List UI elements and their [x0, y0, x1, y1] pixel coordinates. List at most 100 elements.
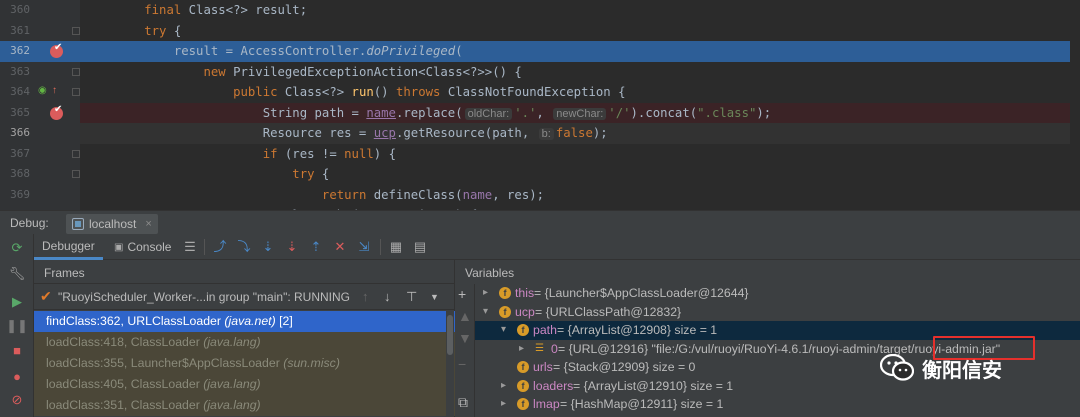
variable-row[interactable]: ▸ f lmap = {HashMap@12911} size = 1 — [475, 395, 1080, 414]
expand-arrow-icon[interactable]: ▸ — [501, 395, 506, 414]
copy-icon[interactable]: ⧉ — [458, 394, 468, 411]
gutter[interactable]: 368 — [0, 164, 80, 185]
pause-icon[interactable]: ❚❚ — [6, 318, 28, 334]
force-step-into-icon[interactable]: ⇣ — [284, 239, 300, 255]
code-token: { — [173, 23, 182, 38]
code-line[interactable]: 362 result = AccessController.doPrivileg… — [0, 41, 1080, 62]
scroll-thumb[interactable] — [447, 315, 453, 355]
close-icon[interactable]: × — [145, 218, 151, 230]
tab-console[interactable]: ▣ Console — [106, 234, 179, 260]
stack-frame[interactable]: loadClass:355, Launcher$AppClassLoader (… — [34, 353, 455, 374]
stack-frame[interactable]: loadClass:418, ClassLoader (java.lang) — [34, 332, 455, 353]
gutter[interactable]: 365 — [0, 102, 80, 123]
fold-icon[interactable] — [72, 67, 80, 76]
watermark: 衡阳信安 — [880, 351, 1002, 385]
show-execution-point-icon[interactable]: ⤴ — [212, 239, 228, 255]
view-breakpoints-icon[interactable]: ● — [9, 368, 25, 384]
gutter[interactable]: 362 — [0, 41, 80, 62]
collapse-arrow-icon[interactable]: ▾ — [483, 303, 488, 322]
run-to-cursor-icon[interactable]: ⇲ — [356, 239, 372, 255]
gutter[interactable]: 360 — [0, 0, 80, 21]
rerun-icon[interactable]: ⟳ — [9, 240, 25, 256]
code-token: return — [321, 187, 374, 202]
move-up-icon[interactable]: ▲ — [458, 308, 472, 324]
variable-value: = {HashMap@12911} size = 1 — [560, 397, 724, 411]
variable-name: loaders — [533, 378, 574, 393]
mute-breakpoints-icon[interactable]: ⊘ — [9, 392, 25, 408]
code-token: new — [203, 64, 234, 79]
frame-package: (sun.misc) — [283, 356, 340, 370]
gutter[interactable]: 369 — [0, 184, 80, 205]
variable-row[interactable]: ▾ f ucp = {URLClassPath@12832} — [475, 303, 1080, 322]
code-line[interactable]: 363 new PrivilegedExceptionAction<Class<… — [0, 61, 1080, 82]
code-token: doPrivileged — [366, 44, 456, 58]
expand-arrow-icon[interactable]: ▸ — [519, 340, 524, 359]
frames-scrollbar[interactable] — [446, 311, 454, 417]
code-token: ".class" — [697, 105, 757, 120]
gutter[interactable]: 366 — [0, 123, 80, 144]
expand-arrow-icon[interactable]: ▸ — [483, 284, 488, 303]
dropdown-icon[interactable]: ▼ — [430, 292, 439, 302]
breakpoint-icon[interactable] — [50, 42, 63, 58]
gutter[interactable]: 367 — [0, 143, 80, 164]
tab-debugger[interactable]: Debugger — [34, 234, 103, 260]
gutter[interactable]: 364 ◉ ↑ — [0, 82, 80, 103]
session-tab-localhost[interactable]: localhost × — [66, 214, 158, 234]
remove-watch-icon[interactable]: − — [458, 356, 466, 372]
stack-frame[interactable]: loadClass:351, ClassLoader (java.lang) — [34, 395, 455, 416]
field-icon: f — [517, 379, 529, 392]
add-watch-icon[interactable]: + — [458, 286, 466, 302]
filter-icon[interactable]: ⊤ — [406, 289, 417, 305]
menu-icon[interactable]: ☰ — [182, 239, 198, 255]
wrench-icon[interactable]: 🔧︎ — [9, 266, 26, 282]
drop-frame-icon[interactable]: ✕ — [332, 239, 348, 255]
step-out-icon[interactable]: ⇡ — [308, 239, 324, 255]
resume-icon[interactable]: ▶ — [9, 294, 25, 310]
breakpoint-icon[interactable] — [50, 104, 63, 120]
code-line[interactable]: 367 if (res != null) { — [0, 143, 1080, 164]
arrow-up-icon[interactable]: ↑ — [362, 289, 369, 304]
implements-icon[interactable]: ◉ — [38, 85, 47, 96]
stop-icon[interactable]: ■ — [9, 342, 25, 358]
fold-icon[interactable] — [72, 26, 80, 35]
expand-arrow-icon[interactable]: ▸ — [501, 377, 506, 396]
code-line[interactable]: 361 try { — [0, 20, 1080, 41]
gutter[interactable]: 361 — [0, 20, 80, 41]
collapse-arrow-icon[interactable]: ▾ — [501, 321, 506, 340]
code-line[interactable]: 369 return defineClass(name, res); — [0, 184, 1080, 205]
stack-frame[interactable]: loadClass:405, ClassLoader (java.lang) — [34, 374, 455, 395]
step-into-icon[interactable]: ⇣ — [260, 239, 276, 255]
gutter[interactable]: 363 — [0, 61, 80, 82]
variable-name: lmap — [533, 397, 560, 411]
fold-icon[interactable] — [72, 149, 80, 158]
editor-scrollbar[interactable] — [1070, 0, 1080, 210]
variable-row[interactable]: ▸ f this = {Launcher$AppClassLoader@12644} — [475, 284, 1080, 303]
code-line[interactable]: 365 String path = name.replace(oldChar:'… — [0, 102, 1080, 123]
move-down-icon[interactable]: ▼ — [458, 330, 472, 346]
stack-frame[interactable]: findClass:362, URLClassLoader (java.net)… — [34, 311, 455, 332]
step-over-icon[interactable]: ⤵ — [236, 239, 252, 255]
fold-icon[interactable] — [72, 88, 80, 96]
frame-package: (java.net) — [224, 314, 276, 328]
fold-icon[interactable] — [72, 170, 80, 178]
layout-icon[interactable]: ▤ — [412, 239, 428, 255]
code-text: if (res != null) { — [85, 146, 396, 162]
code-editor[interactable]: 360 final Class<?> result;361 try {362 r… — [0, 0, 1080, 210]
code-line[interactable]: 368 try { — [0, 164, 1080, 185]
code-line[interactable]: 360 final Class<?> result; — [0, 0, 1080, 21]
variable-value: = {URLClassPath@12832} — [535, 304, 682, 319]
code-line[interactable]: 366 Resource res = ucp.getResource(path,… — [0, 123, 1080, 144]
arrow-down-icon[interactable]: ↓ — [384, 289, 391, 304]
override-icon[interactable]: ↑ — [52, 85, 57, 96]
evaluate-expression-icon[interactable]: ▦ — [388, 239, 404, 255]
line-number: 362 — [10, 44, 30, 57]
thread-selector[interactable]: ✔ "RuoyiScheduler_Worker-...in group "ma… — [34, 284, 455, 310]
code-line[interactable]: 364 ◉ ↑ public Class<?> run() throws Class… — [0, 82, 1080, 103]
debug-side-toolbar: ⟳ 🔧︎ ▶ ❚❚ ■ ● ⊘ — [0, 234, 34, 417]
code-token: ) { — [373, 146, 396, 161]
